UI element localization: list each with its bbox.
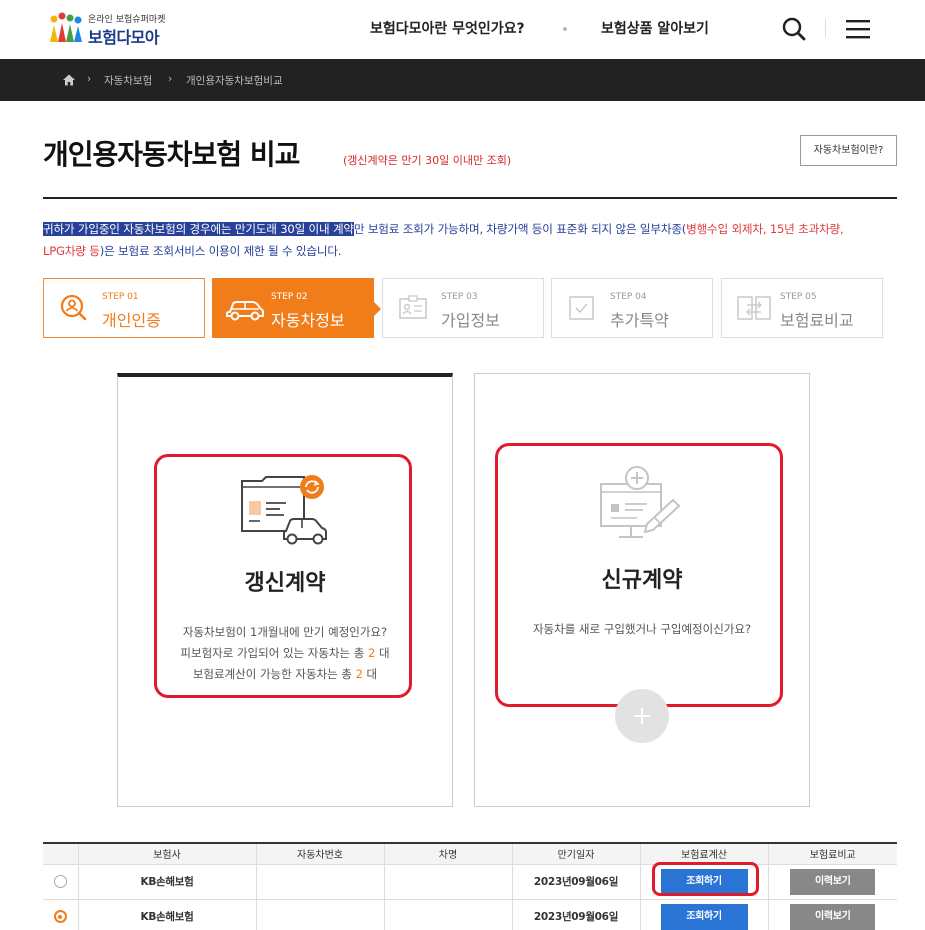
row-select-cell [43,864,78,900]
add-new-contract-button[interactable] [615,689,669,743]
column-header-expiry: 만기일자 [511,842,640,865]
title-divider [43,197,897,199]
step-premium-compare: STEP 05 보험료비교 [721,278,883,338]
notice-highlight: 귀하가 가입중인 자동차보험의 경우에는 만기도래 30일 이내 계약 [43,222,354,236]
logo-title: 보험다모아 [88,28,160,47]
compare-cell: 이력보기 [767,864,897,900]
breadcrumb-item-current: 개인용자동차보험비교 [186,75,283,87]
step-label: 개인인증 [102,311,161,330]
step-number: STEP 03 [441,292,478,302]
step-personal-auth: STEP 01 개인인증 [43,278,205,338]
nav-about[interactable]: 보험다모아란 무엇인가요? [370,18,525,38]
expiry-cell: 2023년09월06일 [511,899,640,930]
column-header-car-name: 차명 [383,842,512,865]
new-contract-highlight-box [495,443,783,707]
notice-text-2: )은 보험료 조회서비스 이용이 제한 될 수 있습니다. [99,243,342,258]
column-header-insurer: 보험사 [77,842,256,865]
page-title-note: (갱신계약은 만기 30일 이내만 조회) [343,154,512,167]
history-button[interactable]: 이력보기 [790,868,876,895]
step-additional-riders: STEP 04 추가특약 [551,278,713,338]
renewal-highlight-box [154,454,412,698]
row-radio[interactable] [53,875,67,888]
breadcrumb-separator-icon: › [168,73,173,85]
site-header: 온라인 보험슈퍼마켓 보험다모아 보험다모아란 무엇인가요? 보험상품 알아보기 [0,0,925,59]
step-subscription-info: STEP 03 가입정보 [382,278,544,338]
checkbox-icon [569,296,594,320]
notice-restricted-1: 병행수입 외제차, 15년 초과차량, [686,222,844,236]
home-icon[interactable] [62,73,76,87]
logo[interactable]: 온라인 보험슈퍼마켓 보험다모아 [48,10,178,48]
inquire-highlight-box [652,862,759,896]
search-person-icon [60,294,87,321]
step-label: 추가특약 [610,311,669,330]
menu-icon[interactable] [843,14,873,44]
insurer-cell: KB손해보험 [77,899,256,930]
car-icon [226,301,264,321]
car-name-cell [383,864,512,900]
expiry-cell: 2023년09월06일 [511,864,640,900]
vehicle-table: 보험사 자동차번호 차명 만기일자 보험료계산 보험료비교 KB손해보험 202… [43,842,897,930]
insurer-cell: KB손해보험 [77,864,256,900]
table-row: KB손해보험 2023년09월06일 조회하기 이력보기 [43,864,897,900]
history-button[interactable]: 이력보기 [790,903,876,930]
breadcrumb-item-car-insurance[interactable]: 자동차보험 [104,73,152,88]
logo-people-icon [50,12,82,42]
what-is-car-insurance-button[interactable]: 자동차보험이란? [800,135,897,166]
nav-separator-dot [563,27,567,31]
step-number: STEP 05 [780,292,817,302]
step-car-info: STEP 02 자동차정보 [212,278,381,338]
step-label: 보험료비교 [780,311,854,330]
notice-restricted-2: LPG차량 등 [43,243,100,258]
step-number: STEP 01 [102,292,139,302]
step-number: STEP 02 [271,292,308,302]
column-header-premium-calc: 보험료계산 [639,842,768,865]
column-header-select [43,842,78,865]
step-label: 가입정보 [441,311,500,330]
step-number: STEP 04 [610,292,647,302]
row-radio-selected[interactable] [53,910,67,923]
notice-text-1: 만 보험료 조회가 가능하며, 차량가액 등이 표준화 되지 않은 일부차종( [353,222,687,236]
inquire-button[interactable]: 조회하기 [660,903,748,930]
page-title: 개인용자동차보험 비교 [43,138,300,171]
row-select-cell [43,899,78,930]
car-number-cell [255,864,384,900]
car-name-cell [383,899,512,930]
breadcrumb-separator-icon: › [87,73,92,85]
column-header-premium-compare: 보험료비교 [767,842,897,865]
car-number-cell [255,899,384,930]
compare-cell: 이력보기 [767,899,897,930]
table-row: KB손해보험 2023년09월06일 조회하기 이력보기 [43,899,897,930]
id-card-icon [399,295,427,319]
step-active-arrow [373,301,381,317]
compare-icon [737,296,771,320]
header-divider [825,19,826,37]
calc-cell: 조회하기 [639,899,768,930]
column-header-car-number: 자동차번호 [255,842,384,865]
nav-products[interactable]: 보험상품 알아보기 [601,18,709,38]
step-label: 자동차정보 [271,311,345,330]
search-icon[interactable] [779,14,809,44]
table-header-row: 보험사 자동차번호 차명 만기일자 보험료계산 보험료비교 [43,842,897,865]
notice-text: 귀하가 가입중인 자동차보험의 경우에는 만기도래 30일 이내 계약만 보험료… [43,219,903,262]
breadcrumb: › 자동차보험 › 개인용자동차보험비교 [0,59,925,101]
